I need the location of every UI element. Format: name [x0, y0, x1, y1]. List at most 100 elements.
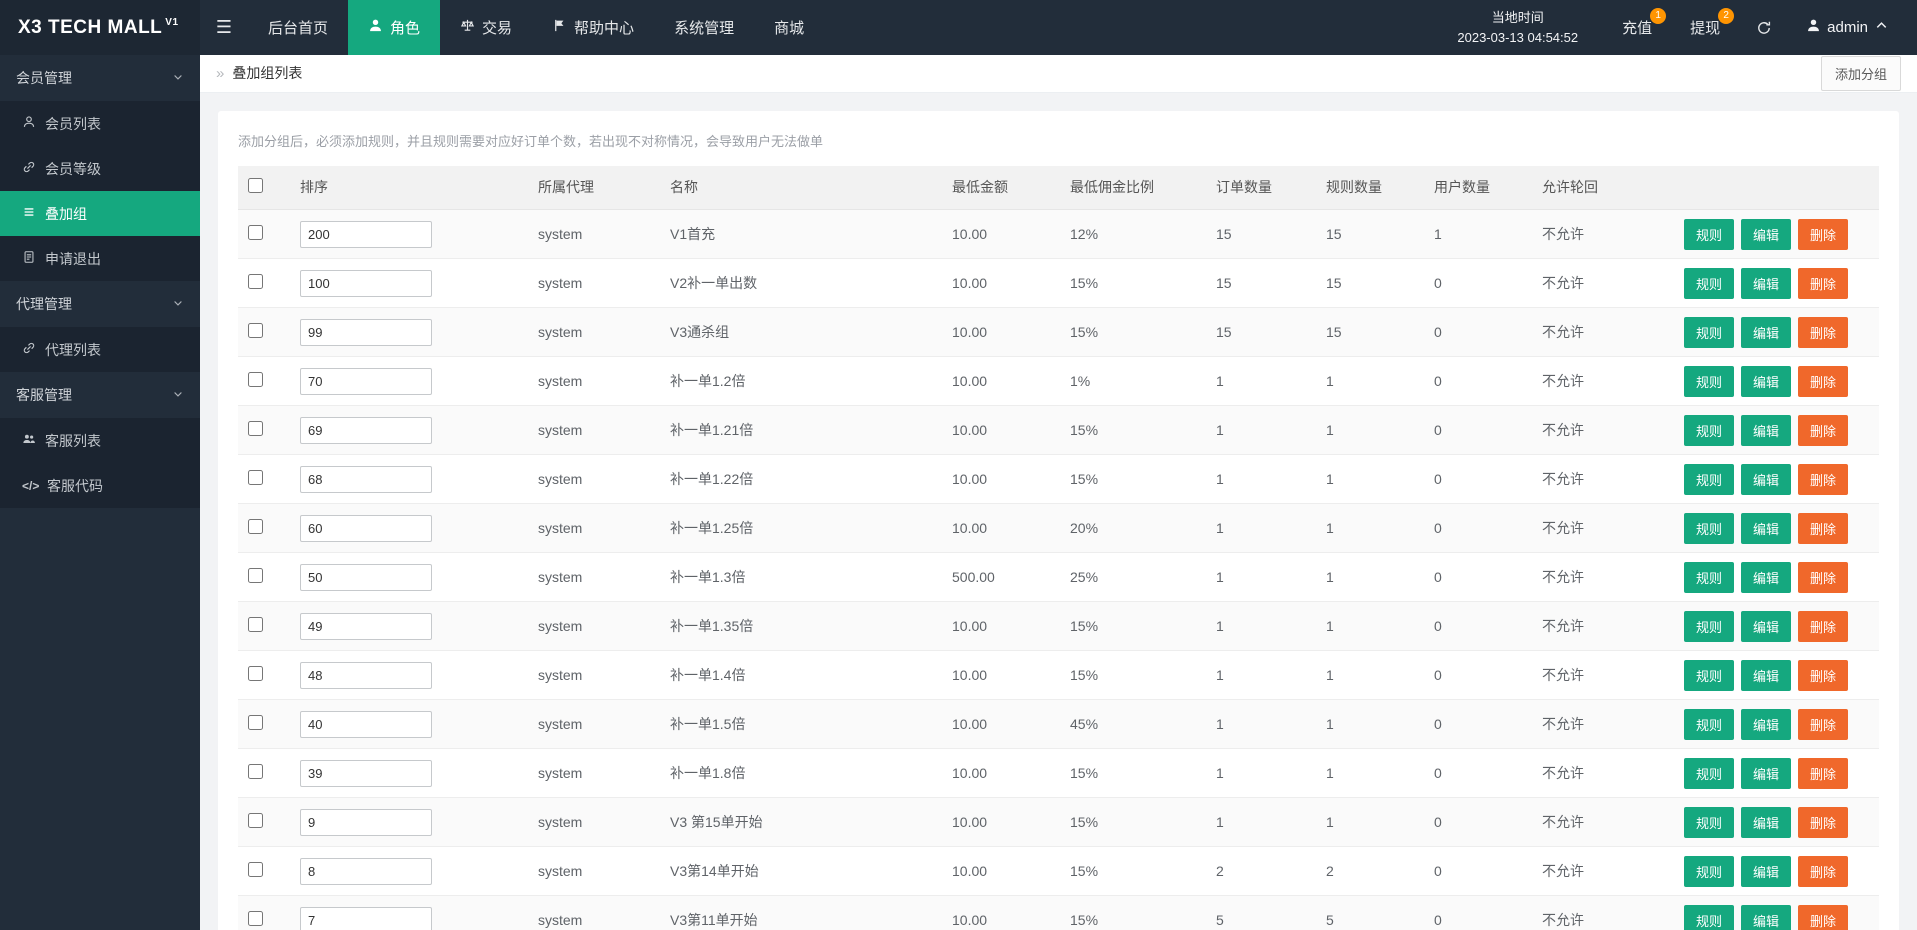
row-checkbox[interactable] — [248, 764, 263, 780]
delete-button[interactable]: 删除 — [1798, 267, 1849, 299]
edit-button[interactable]: 编辑 — [1741, 610, 1792, 642]
sort-input[interactable] — [300, 416, 432, 444]
withdraw-link[interactable]: 提现 2 — [1674, 0, 1736, 55]
edit-button[interactable]: 编辑 — [1741, 463, 1792, 495]
edit-button[interactable]: 编辑 — [1741, 316, 1792, 348]
sort-input[interactable] — [300, 367, 432, 395]
edit-button[interactable]: 编辑 — [1741, 659, 1792, 691]
rules-button[interactable]: 规则 — [1684, 904, 1735, 930]
rules-button[interactable]: 规则 — [1684, 218, 1735, 250]
delete-button[interactable]: 删除 — [1798, 561, 1849, 593]
delete-button[interactable]: 删除 — [1798, 659, 1849, 691]
rules-button[interactable]: 规则 — [1684, 610, 1735, 642]
sidebar-group-support[interactable]: 客服管理 — [0, 372, 200, 418]
row-checkbox[interactable] — [248, 813, 263, 829]
row-checkbox[interactable] — [248, 372, 263, 388]
edit-button[interactable]: 编辑 — [1741, 561, 1792, 593]
sidebar-item-support-code[interactable]: </> 客服代码 — [0, 463, 200, 508]
delete-button[interactable]: 删除 — [1798, 757, 1849, 789]
sort-input[interactable] — [300, 465, 432, 493]
edit-button[interactable]: 编辑 — [1741, 218, 1792, 250]
edit-button[interactable]: 编辑 — [1741, 414, 1792, 446]
row-checkbox[interactable] — [248, 519, 263, 535]
sort-input[interactable] — [300, 318, 432, 346]
sort-input[interactable] — [300, 808, 432, 836]
sidebar-item-agent-list[interactable]: 代理列表 — [0, 327, 200, 372]
refresh-icon[interactable] — [1742, 0, 1786, 55]
sidebar-group-members[interactable]: 会员管理 — [0, 55, 200, 101]
sidebar-group-agents[interactable]: 代理管理 — [0, 281, 200, 327]
delete-button[interactable]: 删除 — [1798, 365, 1849, 397]
row-checkbox[interactable] — [248, 911, 263, 927]
nav-item-mall[interactable]: 商城 — [754, 0, 824, 55]
row-checkbox[interactable] — [248, 323, 263, 339]
delete-button[interactable]: 删除 — [1798, 855, 1849, 887]
sort-input[interactable] — [300, 710, 432, 738]
row-check-cell — [238, 797, 290, 848]
edit-button[interactable]: 编辑 — [1741, 365, 1792, 397]
edit-button[interactable]: 编辑 — [1741, 806, 1792, 838]
sort-input[interactable] — [300, 514, 432, 542]
delete-button[interactable]: 删除 — [1798, 904, 1849, 930]
sidebar-item-support-list[interactable]: 客服列表 — [0, 418, 200, 463]
edit-button[interactable]: 编辑 — [1741, 757, 1792, 789]
edit-button[interactable]: 编辑 — [1741, 855, 1792, 887]
delete-button[interactable]: 删除 — [1798, 806, 1849, 838]
sidebar-item-exit-requests[interactable]: 申请退出 — [0, 236, 200, 281]
delete-button[interactable]: 删除 — [1798, 316, 1849, 348]
row-checkbox[interactable] — [248, 225, 263, 241]
rules-button[interactable]: 规则 — [1684, 757, 1735, 789]
sidebar-item-member-list[interactable]: 会员列表 — [0, 101, 200, 146]
delete-button[interactable]: 删除 — [1798, 708, 1849, 740]
sort-input[interactable] — [300, 759, 432, 787]
sort-input[interactable] — [300, 563, 432, 591]
row-checkbox[interactable] — [248, 274, 263, 290]
rules-button[interactable]: 规则 — [1684, 806, 1735, 838]
nav-item-transactions[interactable]: 交易 — [440, 0, 532, 55]
sidebar-toggle-icon[interactable]: ☰ — [200, 0, 248, 55]
sort-input[interactable] — [300, 269, 432, 297]
row-checkbox[interactable] — [248, 617, 263, 633]
sort-input[interactable] — [300, 661, 432, 689]
sort-input[interactable] — [300, 220, 432, 248]
sort-input[interactable] — [300, 906, 432, 930]
edit-button[interactable]: 编辑 — [1741, 512, 1792, 544]
user-menu[interactable]: admin — [1792, 0, 1903, 55]
rules-button[interactable]: 规则 — [1684, 659, 1735, 691]
add-group-button[interactable]: 添加分组 — [1820, 55, 1901, 91]
rules-button[interactable]: 规则 — [1684, 463, 1735, 495]
row-checkbox[interactable] — [248, 862, 263, 878]
delete-button[interactable]: 删除 — [1798, 610, 1849, 642]
sidebar-item-member-levels[interactable]: 会员等级 — [0, 146, 200, 191]
delete-button[interactable]: 删除 — [1798, 512, 1849, 544]
delete-button[interactable]: 删除 — [1798, 463, 1849, 495]
rules-button[interactable]: 规则 — [1684, 512, 1735, 544]
sort-input[interactable] — [300, 612, 432, 640]
edit-button[interactable]: 编辑 — [1741, 267, 1792, 299]
select-all-checkbox[interactable] — [248, 178, 263, 194]
recharge-link[interactable]: 充值 1 — [1606, 0, 1668, 55]
nav-item-system[interactable]: 系统管理 — [654, 0, 754, 55]
edit-button[interactable]: 编辑 — [1741, 708, 1792, 740]
row-checkbox[interactable] — [248, 421, 263, 437]
row-checkbox[interactable] — [248, 568, 263, 584]
row-checkbox[interactable] — [248, 470, 263, 486]
rules-button[interactable]: 规则 — [1684, 708, 1735, 740]
row-checkbox[interactable] — [248, 715, 263, 731]
rules-button[interactable]: 规则 — [1684, 561, 1735, 593]
delete-button[interactable]: 删除 — [1798, 414, 1849, 446]
delete-button[interactable]: 删除 — [1798, 218, 1849, 250]
sidebar-item-stack-groups[interactable]: 叠加组 — [0, 191, 200, 236]
edit-button[interactable]: 编辑 — [1741, 904, 1792, 930]
rules-button[interactable]: 规则 — [1684, 365, 1735, 397]
sort-input[interactable] — [300, 857, 432, 885]
rules-button[interactable]: 规则 — [1684, 414, 1735, 446]
nav-item-dashboard[interactable]: 后台首页 — [248, 0, 348, 55]
nav-item-roles[interactable]: 角色 — [348, 0, 441, 55]
rules-button[interactable]: 规则 — [1684, 855, 1735, 887]
rules-button[interactable]: 规则 — [1684, 316, 1735, 348]
rules-button[interactable]: 规则 — [1684, 267, 1735, 299]
row-checkbox[interactable] — [248, 666, 263, 682]
name-cell: 补一单1.35倍 — [660, 601, 942, 652]
nav-item-help-center[interactable]: 帮助中心 — [532, 0, 654, 55]
